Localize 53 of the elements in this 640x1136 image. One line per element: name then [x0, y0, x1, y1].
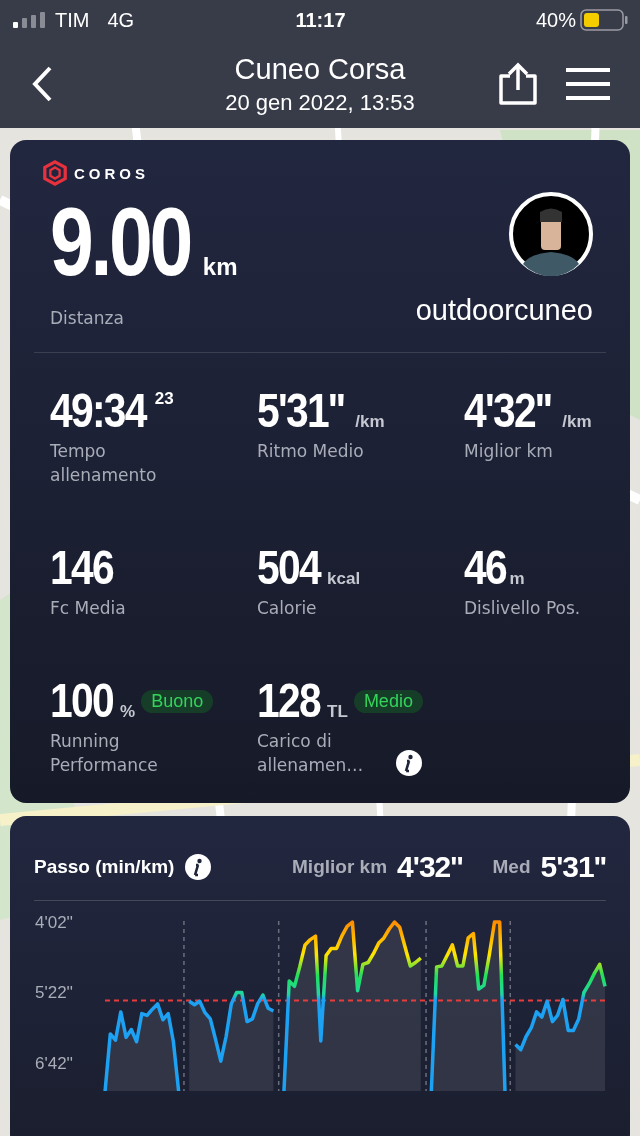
info-icon[interactable] — [184, 853, 213, 881]
stat-hundredths: 23 — [154, 389, 174, 409]
share-button[interactable] — [496, 62, 540, 106]
brand-logo: COROS — [74, 164, 149, 182]
best-km-value: 4'32'' — [397, 850, 463, 884]
signal-icon — [13, 12, 45, 28]
stat-value: 146 — [50, 540, 113, 595]
stat-label: Running Performance — [50, 730, 159, 777]
distance-value: 9.00 — [50, 194, 191, 290]
stat-value: 5'31'' — [257, 383, 344, 438]
battery-percent: 40% — [535, 8, 576, 32]
stat-value: 4'32'' — [464, 383, 551, 438]
axis-tick-label: 5'22'' — [35, 983, 74, 1003]
activity-title: Cuneo Corsa — [234, 52, 406, 86]
stat-label: Calorie — [257, 597, 318, 620]
chart-title: Passo (min/km) — [34, 856, 175, 878]
clock-time: 11:17 — [295, 8, 346, 32]
stat-unit: /km — [562, 412, 592, 432]
axis-tick-label: 6'42'' — [35, 1053, 74, 1073]
average-label: Med — [492, 856, 531, 878]
average-value: 5'31'' — [540, 850, 606, 884]
distance-label: Distanza — [50, 307, 125, 330]
stat-value: 49:34 — [50, 383, 146, 438]
info-icon[interactable] — [395, 749, 423, 777]
username: outdoorcuneo — [415, 294, 593, 327]
stat-unit: /km — [355, 412, 385, 432]
stat-unit: TL — [327, 702, 348, 722]
stat-value: 100 — [50, 673, 113, 728]
avatar[interactable] — [509, 192, 593, 276]
stat-label: Tempo allenamento — [50, 440, 158, 487]
stat-label: Dislivello Pos. — [464, 597, 582, 620]
stat-label: Miglior km — [464, 440, 554, 463]
activity-date: 20 gen 2022, 13:53 — [225, 89, 415, 116]
best-km-label: Miglior km — [292, 856, 388, 878]
axis-tick-label: 4'02'' — [35, 913, 74, 932]
stat-value: 504 — [257, 540, 320, 595]
stat-label: Fc Media — [50, 597, 127, 620]
rating-badge: Buono — [141, 689, 214, 713]
stat-unit: m — [509, 569, 525, 589]
distance-unit: km — [202, 253, 238, 281]
carrier-name: TIM — [55, 8, 90, 32]
menu-button[interactable] — [566, 67, 610, 101]
network-type: 4G — [107, 8, 135, 32]
stat-label: Carico di allenamen… — [257, 730, 365, 777]
battery-icon — [580, 9, 628, 31]
stat-value: 46 — [464, 540, 506, 595]
stat-unit: % — [120, 702, 136, 722]
rating-badge: Medio — [353, 689, 423, 713]
stat-value: 128 — [257, 673, 320, 728]
stat-unit: kcal — [327, 569, 361, 589]
hexagon-icon — [42, 160, 68, 186]
back-button[interactable] — [30, 64, 54, 104]
stat-label: Ritmo Medio — [257, 440, 365, 463]
